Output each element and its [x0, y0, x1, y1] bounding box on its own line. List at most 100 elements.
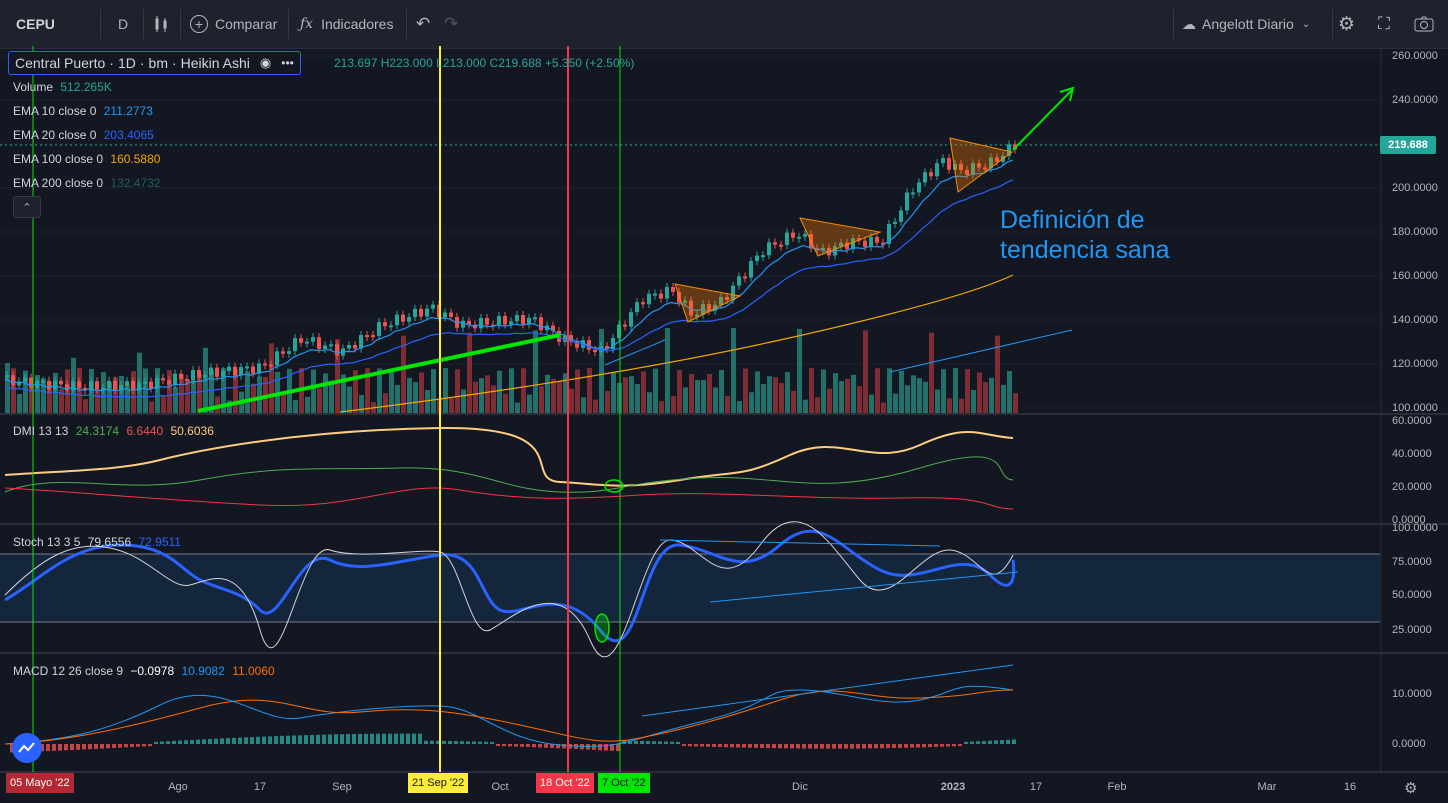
more-icon[interactable]: •••: [281, 56, 294, 70]
ema-label: EMA 100 close 0: [13, 152, 104, 166]
candle-body: [161, 378, 165, 381]
fullscreen-icon[interactable]: ⛶: [1378, 0, 1390, 48]
volume-bar: [941, 369, 946, 413]
dmi-pane: [4, 426, 1014, 510]
macd-histogram-bar: [892, 744, 896, 749]
stoch-legend[interactable]: Stoch 13 3 5 79.6556 72.9511: [13, 535, 185, 549]
dmi-tick: 60.0000: [1392, 415, 1432, 427]
symbol-exchange: bm: [148, 55, 168, 71]
volume-legend[interactable]: Volume 512.265K: [13, 80, 116, 94]
volume-bar: [719, 369, 724, 413]
divider: [1173, 9, 1174, 39]
macd-histogram-bar: [442, 740, 446, 744]
volume-bar: [767, 376, 772, 413]
macd-histogram-bar: [976, 741, 980, 744]
macd-histogram-bar: [172, 740, 176, 744]
ema-label: EMA 200 close 0: [13, 176, 104, 190]
ohlc-close: C219.688: [489, 56, 542, 70]
ema200-legend[interactable]: EMA 200 close 0 132.4732: [13, 176, 164, 190]
ohlc-low: L213.000: [436, 56, 487, 70]
volume-bar: [761, 384, 766, 413]
candle-body: [653, 293, 657, 296]
volume-bar: [923, 381, 928, 413]
macd-histogram-bar: [346, 734, 350, 744]
compare-button[interactable]: + Comparar: [190, 0, 277, 48]
macd-histogram-bar: [412, 733, 416, 744]
volume-bar: [713, 387, 718, 413]
stoch-tick: 25.0000: [1392, 624, 1432, 636]
volume-bar: [1013, 393, 1018, 413]
ema-label: EMA 10 close 0: [13, 104, 97, 118]
macd-legend[interactable]: MACD 12 26 close 9 −0.0978 10.9082 11.00…: [13, 664, 279, 678]
macd-histogram-bar: [190, 739, 194, 744]
ema-value: 160.5880: [110, 152, 161, 166]
candle-body: [875, 236, 879, 243]
redo-icon[interactable]: ↷: [444, 0, 458, 48]
volume-bar: [845, 378, 850, 413]
symbol-legend[interactable]: Central Puerto · 1D · bm · Heikin Ashi ◉…: [8, 51, 301, 75]
macd-histogram-bar: [454, 741, 458, 744]
ema20-legend[interactable]: EMA 20 close 0 203.4065: [13, 128, 158, 142]
indicators-button[interactable]: ƒx Indicadores: [300, 0, 393, 48]
ema10-legend[interactable]: EMA 10 close 0 211.2773: [13, 104, 157, 118]
macd-histogram-bar: [520, 744, 524, 747]
current-price-label: 219.688: [1380, 136, 1436, 154]
candle-body: [5, 375, 9, 378]
macd-histogram-bar: [796, 744, 800, 749]
candle-body: [251, 366, 255, 374]
volume-bar: [305, 396, 310, 413]
volume-bar: [989, 377, 994, 413]
dmi-tick: 20.0000: [1392, 481, 1432, 493]
volume-bar: [329, 380, 334, 413]
settings-gear-icon[interactable]: ⚙: [1404, 779, 1417, 797]
undo-icon[interactable]: ↶: [416, 0, 430, 48]
volume-bar: [569, 388, 574, 413]
candle-body: [275, 351, 279, 366]
macd-histogram-bar: [256, 736, 260, 744]
volume-bar: [587, 368, 592, 413]
eye-icon[interactable]: ◉: [260, 55, 271, 71]
tradingview-logo-icon[interactable]: [12, 733, 42, 763]
volume-bar: [347, 386, 352, 413]
candle-body: [461, 320, 465, 328]
dmi-legend[interactable]: DMI 13 13 24.3174 6.6440 50.6036: [13, 424, 218, 438]
volume-bar: [509, 368, 514, 413]
macd-histogram-bar: [496, 744, 500, 747]
macd-histogram-bar: [670, 741, 674, 744]
macd-histogram-bar: [76, 744, 80, 750]
candle-body: [65, 384, 69, 391]
candle-body: [497, 315, 501, 325]
candle-body: [359, 335, 363, 349]
volume-bar: [311, 369, 316, 413]
ema100-legend[interactable]: EMA 100 close 0 160.5880: [13, 152, 164, 166]
volume-bar: [503, 393, 508, 413]
macd-histogram-bar: [124, 744, 128, 748]
macd-histogram-bar: [118, 744, 122, 748]
macd-label: MACD 12 26 close 9: [13, 664, 124, 678]
macd-histogram-bar: [808, 744, 812, 749]
macd-histogram-bar: [448, 740, 452, 744]
volume-bar: [797, 328, 802, 413]
chart-type-icon[interactable]: [153, 0, 169, 48]
macd-histogram-bar: [142, 744, 146, 747]
volume-bar: [1001, 384, 1006, 413]
collapse-legend-button[interactable]: ⌃: [13, 196, 41, 218]
candle-body: [53, 380, 57, 390]
camera-icon[interactable]: [1414, 0, 1434, 48]
gear-icon[interactable]: ⚙: [1338, 0, 1355, 48]
volume-bar: [245, 371, 250, 413]
macd-histogram-bar: [598, 744, 602, 751]
interval-button[interactable]: D: [118, 0, 128, 48]
macd-histogram-bar: [718, 744, 722, 748]
target-arrow-line: [1012, 89, 1073, 151]
layout-button[interactable]: ☁ Angelott Diario ⌄: [1182, 0, 1310, 48]
macd-histogram-bar: [70, 744, 74, 751]
volume-bar: [977, 372, 982, 413]
macd-histogram-bar: [1006, 739, 1010, 744]
candle-body: [539, 317, 543, 331]
symbol-search[interactable]: CEPU: [16, 0, 55, 48]
volume-bar: [959, 398, 964, 413]
macd-histogram-bar: [244, 737, 248, 744]
macd-histogram-bar: [646, 741, 650, 744]
candle-body: [281, 351, 285, 354]
